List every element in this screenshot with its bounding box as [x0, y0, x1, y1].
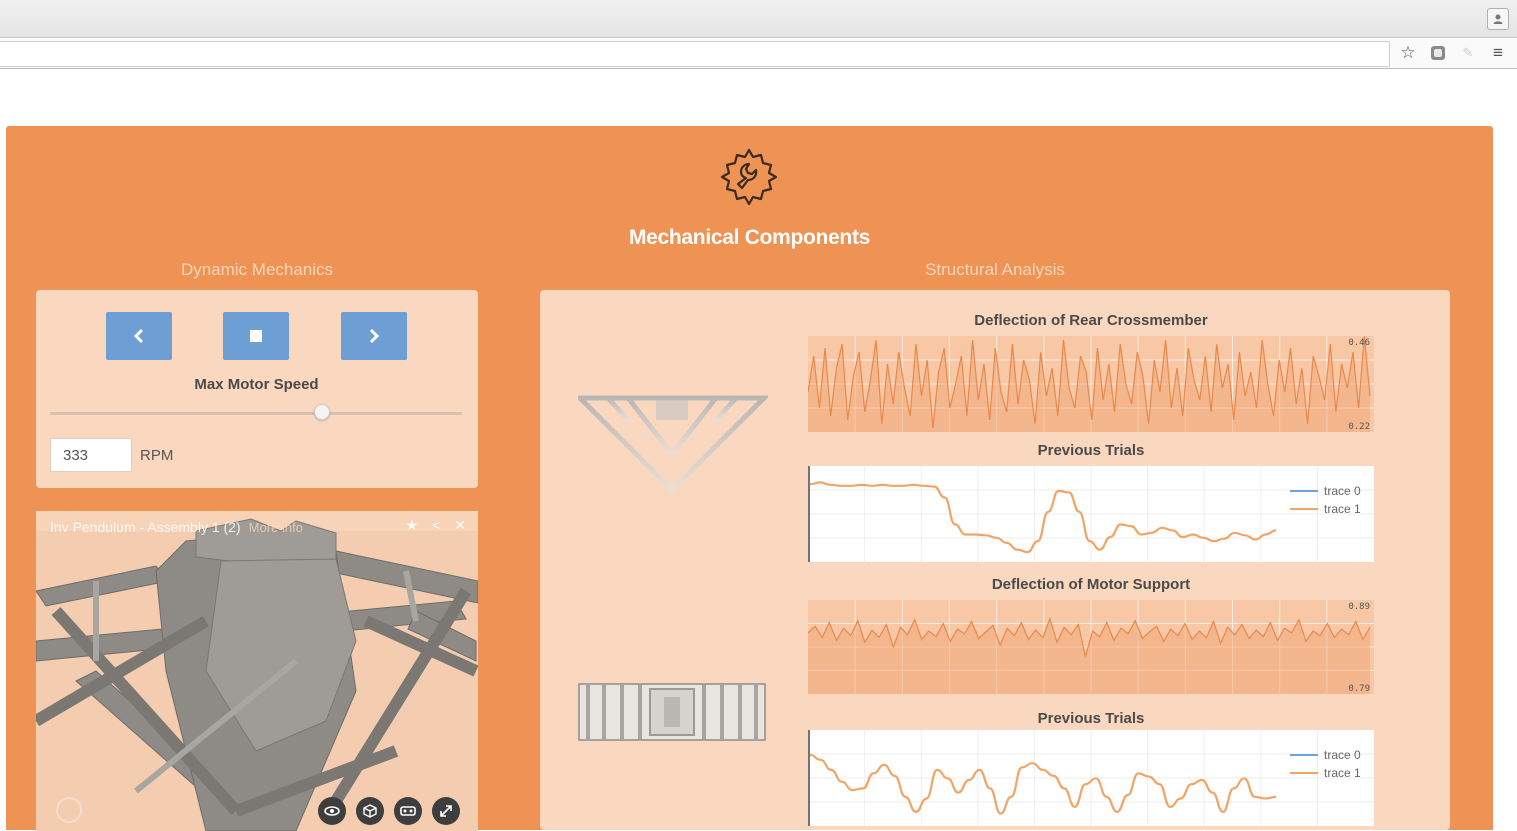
truss-top-view-image: [578, 683, 766, 741]
viewer-title[interactable]: Inv Pendulum - Assembly 1 (2) More info: [50, 519, 303, 535]
close-icon[interactable]: ✕: [454, 517, 466, 534]
legend-item-trace-1[interactable]: trace 1: [1290, 500, 1361, 518]
page-title: Mechanical Components: [628, 226, 871, 249]
rpm-input[interactable]: [50, 438, 132, 472]
chevron-left-icon: [133, 328, 144, 344]
previous-button[interactable]: [106, 312, 172, 360]
frame-model-render: [36, 511, 478, 831]
series-line-trace-1: [809, 481, 1277, 554]
legend-item-trace-0[interactable]: trace 0: [1290, 746, 1361, 764]
person-icon: [1493, 14, 1503, 24]
series-line-trace-1: [809, 753, 1277, 815]
chart-title-rear-crossmember: Deflection of Rear Crossmember: [974, 312, 1208, 329]
star-icon[interactable]: ☆: [1398, 43, 1418, 63]
chevron-right-icon: [369, 328, 380, 344]
eye-icon[interactable]: [318, 797, 346, 825]
rpm-unit-label: RPM: [140, 447, 174, 464]
viewer-bottom-controls: [318, 797, 460, 825]
cube-icon[interactable]: [356, 797, 384, 825]
share-icon[interactable]: <: [432, 517, 440, 534]
y-max-label: 0.89: [1348, 602, 1370, 612]
chart-motor-support-svg: 0.89 0.79: [807, 600, 1374, 694]
chart-legend-1: trace 0 trace 1: [1290, 482, 1361, 518]
legend-item-trace-0[interactable]: trace 0: [1290, 482, 1361, 500]
max-motor-speed-label: Max Motor Speed: [194, 376, 319, 393]
viewer-more-info-link[interactable]: More info: [249, 520, 303, 535]
browser-tab-strip: [0, 0, 1517, 38]
chart-legend-2: trace 0 trace 1: [1290, 746, 1361, 782]
y-min-label: 0.79: [1348, 684, 1370, 694]
legend-item-trace-1[interactable]: trace 1: [1290, 764, 1361, 782]
address-bar[interactable]: [0, 41, 1390, 67]
chart-title-motor-support: Deflection of Motor Support: [991, 576, 1191, 593]
viewer-top-actions: ★ < ✕: [406, 517, 466, 534]
profile-button[interactable]: [1487, 8, 1509, 30]
chart-title-previous-trials-1: Previous Trials: [1037, 442, 1145, 459]
model-viewer[interactable]: Inv Pendulum - Assembly 1 (2) More info ★…: [36, 511, 478, 831]
structural-section-title: Structural Analysis: [925, 260, 1065, 279]
chart-previous-trials-1: trace 0 trace 1: [808, 466, 1374, 562]
fullscreen-icon[interactable]: [432, 797, 460, 825]
motor-speed-slider[interactable]: [50, 412, 462, 415]
mechanical-panel: Mechanical Components Dynamic Mechanics …: [6, 126, 1493, 831]
y-max-label: 0.46: [1348, 338, 1370, 348]
viewer-model-name: Inv Pendulum - Assembly 1 (2): [50, 519, 241, 535]
next-button[interactable]: [341, 312, 407, 360]
extension-icon[interactable]: [1428, 43, 1448, 63]
dynamic-section-title: Dynamic Mechanics: [180, 260, 334, 279]
pen-icon[interactable]: ✎: [1458, 43, 1478, 63]
chart-rear-crossmember: 0.46 0.22: [807, 335, 1374, 432]
page-content: Mechanical Components Dynamic Mechanics …: [0, 70, 1517, 831]
chart-motor-support: 0.89 0.79: [807, 600, 1374, 694]
truss-side-view-image: [578, 395, 768, 494]
viewer-logo-icon[interactable]: [56, 797, 82, 823]
motor-speed-slider-thumb[interactable]: [313, 404, 330, 420]
gear-wrench-icon: [720, 148, 778, 206]
menu-icon[interactable]: ≡: [1488, 43, 1508, 63]
chart-previous-trials-2: trace 0 trace 1: [808, 730, 1374, 826]
chart-rear-crossmember-svg: 0.46 0.22: [807, 335, 1374, 432]
star-icon[interactable]: ★: [406, 517, 419, 534]
browser-toolbar: [0, 39, 1517, 69]
y-min-label: 0.22: [1348, 422, 1370, 432]
structural-analysis-card: Deflection of Rear Crossmember 0.46 0.22 …: [540, 290, 1450, 830]
dynamic-controls-card: Max Motor Speed RPM: [36, 290, 478, 488]
stop-button[interactable]: [223, 312, 289, 360]
vr-headset-icon[interactable]: [394, 797, 422, 825]
stop-icon: [250, 330, 262, 342]
chart-title-previous-trials-2: Previous Trials: [1037, 710, 1145, 727]
